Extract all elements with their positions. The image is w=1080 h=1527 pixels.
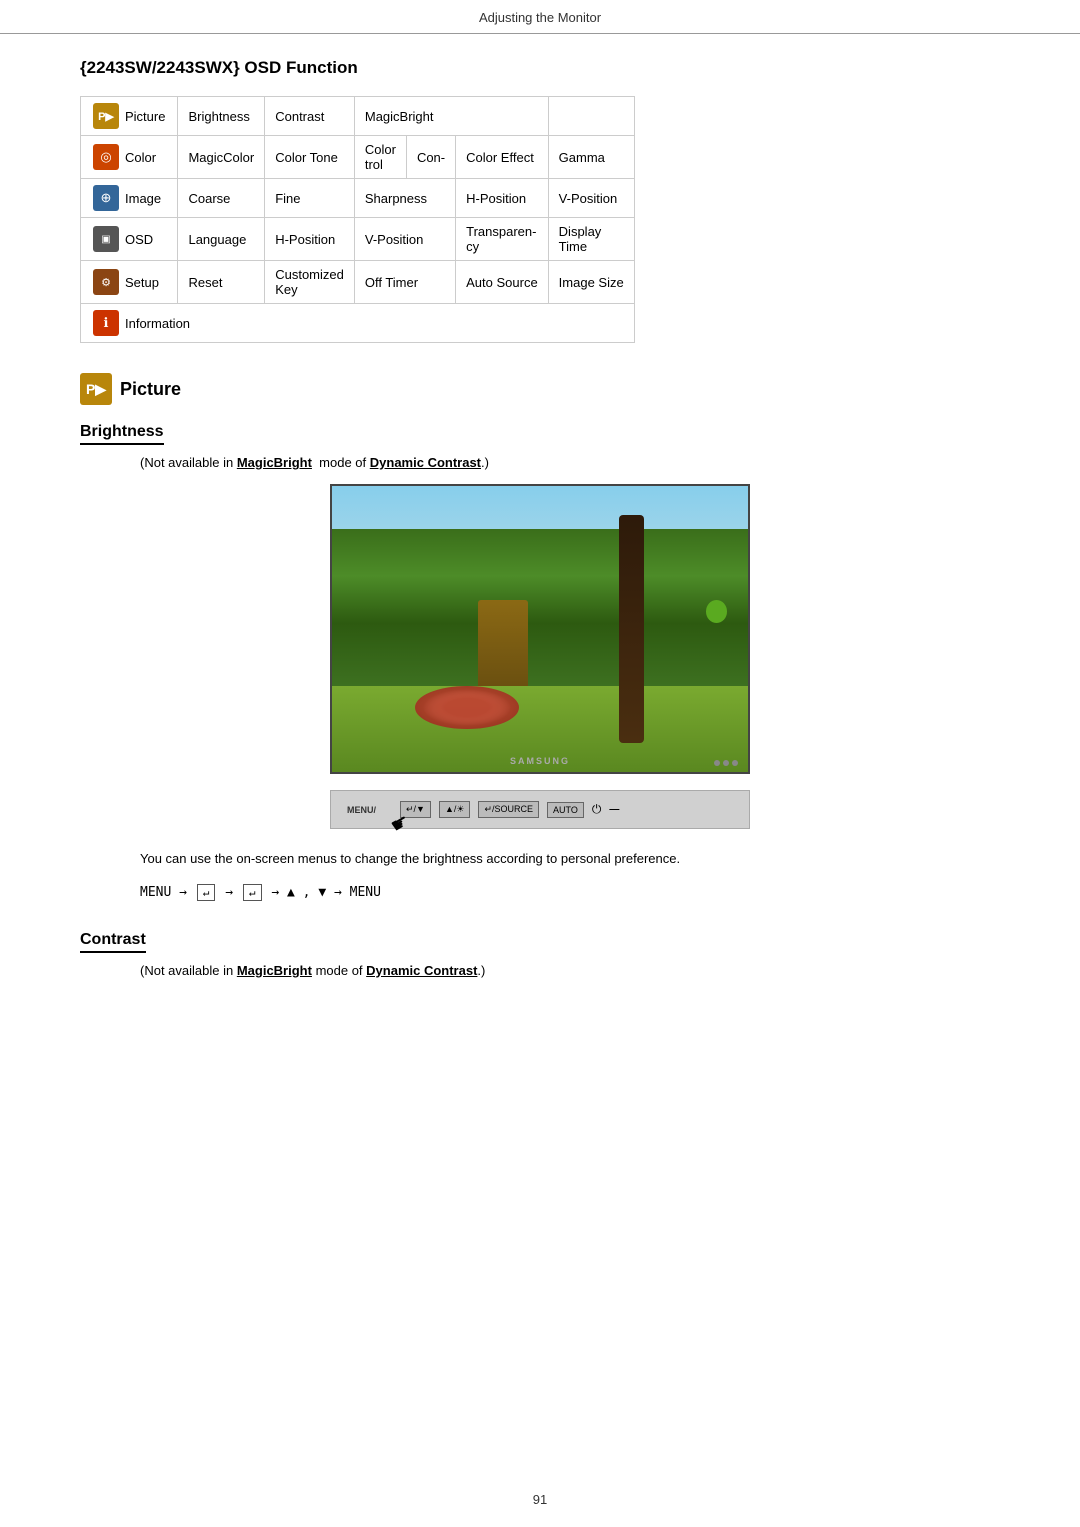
brightness-note: (Not available in MagicBright mode of Dy… — [140, 455, 1000, 470]
osd-sub-color: Colortrol — [354, 136, 406, 179]
osd-sub-contrast: Contrast — [265, 97, 355, 136]
osd-sub-colortone: Color Tone — [265, 136, 355, 179]
osd-sub-hposition: H-Position — [456, 179, 549, 218]
osd-sub-coloreffect: Color Effect — [456, 136, 549, 179]
image-icon: ⊕ — [93, 185, 119, 211]
contrast-magicbright-term: MagicBright — [237, 963, 312, 978]
setup-icon: ⚙ — [93, 269, 119, 295]
nav-enter-1[interactable]: ↵ — [197, 884, 216, 901]
menu-label-setup: Setup — [125, 275, 159, 290]
contrast-title: Contrast — [80, 931, 146, 953]
monitor-trees — [332, 529, 748, 686]
source-btn[interactable]: ↵/SOURCE — [478, 801, 539, 818]
menu-label-picture: Picture — [125, 109, 165, 124]
osd-row-information: ℹ Information — [81, 304, 635, 343]
brightness-title: Brightness — [80, 423, 164, 445]
osd-sub-autosource: Auto Source — [456, 261, 549, 304]
color-icon: ◎ — [93, 144, 119, 170]
contrast-note: (Not available in MagicBright mode of Dy… — [140, 963, 1000, 978]
up-sun-btn[interactable]: ▲/☀ — [439, 801, 470, 818]
picture-icon: P▶ — [93, 103, 119, 129]
osd-sub-fine: Fine — [265, 179, 355, 218]
picture-section-header: P▶ Picture — [80, 373, 1000, 405]
osd-sub-customkey: CustomizedKey — [265, 261, 355, 304]
monitor-samsung-brand: SAMSUNG — [510, 756, 570, 766]
osd-row-setup: ⚙ Setup Reset CustomizedKey Off Timer Au… — [81, 261, 635, 304]
picture-icon-large: P▶ — [80, 373, 112, 405]
page-header: Adjusting the Monitor — [0, 0, 1080, 34]
osd-sub-reset: Reset — [178, 261, 265, 304]
page-content: {2243SW/2243SWX} OSD Function P▶ Picture… — [0, 58, 1080, 1052]
monitor-flowers — [415, 686, 519, 729]
monitor-small-buttons — [714, 760, 738, 766]
osd-sub-coarse: Coarse — [178, 179, 265, 218]
contrast-dynamic-contrast-term: Dynamic Contrast — [366, 963, 477, 978]
osd-menu-osd: ▣ OSD — [81, 218, 178, 261]
osd-sub-transparency: Transparen-cy — [456, 218, 549, 261]
osd-sub-h-pos: H-Position — [265, 218, 355, 261]
osd-sub-displaytime: DisplayTime — [548, 218, 634, 261]
nav-enter-2[interactable]: ↵ — [243, 884, 262, 901]
monitor-pagoda — [478, 600, 528, 686]
page-footer: 91 — [0, 1492, 1080, 1507]
menu-btn[interactable]: MENU/ — [347, 805, 376, 815]
osd-sub-imagesize: Image Size — [548, 261, 634, 304]
osd-sub-magicbright: MagicBright — [354, 97, 548, 136]
page-number: 91 — [533, 1492, 547, 1507]
osd-row-osd: ▣ OSD Language H-Position V-Position Tra… — [81, 218, 635, 261]
osd-table: P▶ Picture Brightness Contrast MagicBrig… — [80, 96, 635, 343]
brightness-menu-nav: MENU → ↵ → ↵ → ▲ , ▼ → MENU — [140, 884, 940, 901]
brightness-section: Brightness (Not available in MagicBright… — [80, 423, 1000, 901]
monitor-display-image: SAMSUNG — [330, 484, 750, 774]
osd-menu-information: ℹ Information — [81, 304, 635, 343]
osd-sub-v-pos: V-Position — [354, 218, 455, 261]
osd-section-title: {2243SW/2243SWX} OSD Function — [80, 58, 1000, 78]
magicbright-term: MagicBright — [237, 455, 312, 470]
osd-menu-setup: ⚙ Setup — [81, 261, 178, 304]
monitor-trunk — [619, 515, 644, 744]
brightness-body-text: You can use the on-screen menus to chang… — [140, 849, 940, 870]
osd-sub-vposition: V-Position — [548, 179, 634, 218]
osd-sub-language: Language — [178, 218, 265, 261]
monitor-controls-bar: MENU/ ↵/▼ ▲/☀ ↵/SOURCE AUTO ⏻ — ☛ — [330, 790, 750, 829]
menu-label-color: Color — [125, 150, 156, 165]
osd-sub-magiccolor: MagicColor — [178, 136, 265, 179]
osd-row-image: ⊕ Image Coarse Fine Sharpness H-Position… — [81, 179, 635, 218]
osd-menu-picture: P▶ Picture — [81, 97, 178, 136]
contrast-section: Contrast (Not available in MagicBright m… — [80, 931, 1000, 978]
osd-row-color: ◎ Color MagicColor Color Tone Colortrol … — [81, 136, 635, 179]
osd-icon: ▣ — [93, 226, 119, 252]
auto-btn[interactable]: AUTO — [547, 802, 584, 818]
nav-controls: ↵/▼ ▲/☀ ↵/SOURCE AUTO ⏻ — — [400, 801, 619, 818]
menu-label-osd: OSD — [125, 232, 153, 247]
power-btn[interactable]: ⏻ — [592, 802, 602, 817]
menu-label-image: Image — [125, 191, 161, 206]
picture-title: Picture — [120, 379, 181, 400]
dynamic-contrast-term: Dynamic Contrast — [370, 455, 481, 470]
osd-sub-con: Con- — [406, 136, 455, 179]
minus-btn[interactable]: — — [609, 804, 619, 815]
osd-sub-offtimer: Off Timer — [354, 261, 455, 304]
menu-label-information: Information — [125, 316, 190, 331]
osd-sub-brightness: Brightness — [178, 97, 265, 136]
osd-row-picture: P▶ Picture Brightness Contrast MagicBrig… — [81, 97, 635, 136]
info-icon: ℹ — [93, 310, 119, 336]
osd-menu-color: ◎ Color — [81, 136, 178, 179]
osd-menu-image: ⊕ Image — [81, 179, 178, 218]
osd-sub-sharpness: Sharpness — [354, 179, 455, 218]
header-title: Adjusting the Monitor — [479, 10, 601, 25]
osd-sub-gamma: Gamma — [548, 136, 634, 179]
